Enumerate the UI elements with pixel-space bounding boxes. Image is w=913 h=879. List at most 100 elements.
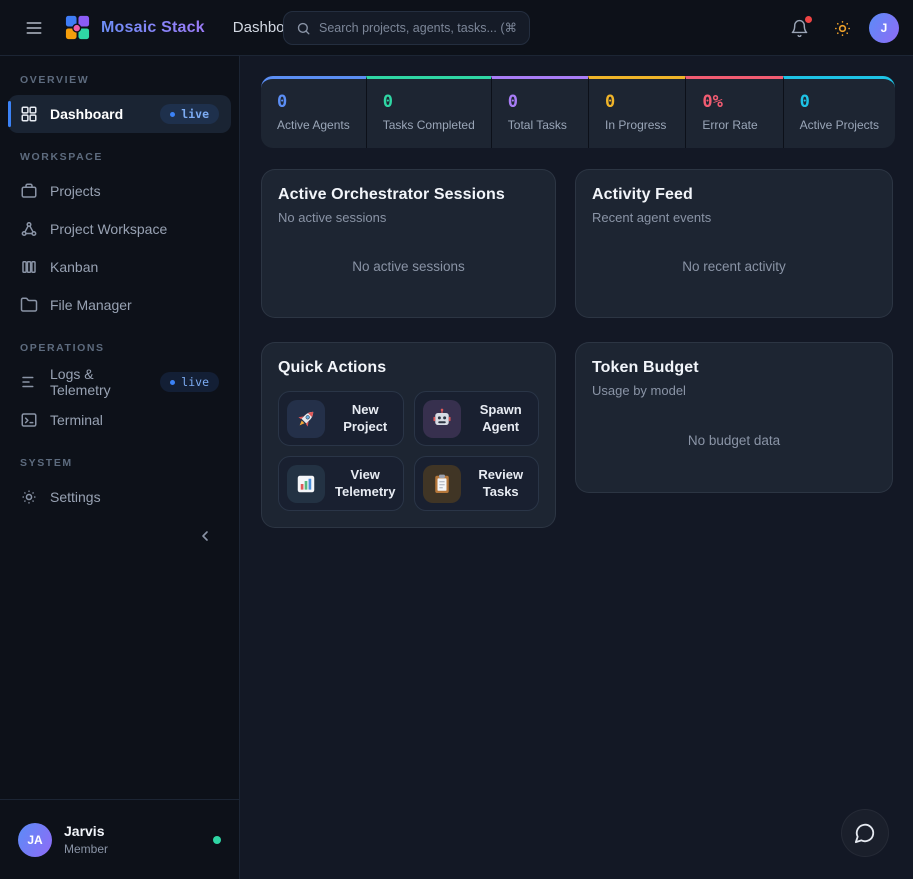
review-tasks-button[interactable]: Review Tasks (414, 456, 539, 511)
sidebar: OVERVIEW Dashboard live WORKSPACE Projec… (0, 56, 240, 879)
folder-icon (20, 296, 38, 314)
chevron-left-icon (197, 528, 213, 544)
quick-action-label: Spawn Agent (471, 402, 530, 435)
quick-actions-card: Quick Actions (261, 342, 556, 528)
quick-action-label: New Project (335, 402, 395, 435)
stat-label: Tasks Completed (383, 118, 475, 132)
sidebar-item-settings[interactable]: Settings (8, 478, 231, 516)
mosaic-logo-icon (64, 14, 91, 41)
briefcase-icon (20, 182, 38, 200)
sidebar-item-project-workspace[interactable]: Project Workspace (8, 210, 231, 248)
stat-tasks-completed: 0 Tasks Completed (366, 76, 491, 148)
network-nodes-icon (20, 220, 38, 238)
search-input[interactable] (319, 21, 517, 35)
grid-icon (20, 105, 38, 123)
stat-label: Error Rate (702, 118, 766, 132)
main-content: 0 Active Agents 0 Tasks Completed 0 Tota… (240, 56, 913, 879)
stat-in-progress: 0 In Progress (588, 76, 685, 148)
activity-feed-card: Activity Feed Recent agent events No rec… (575, 169, 893, 318)
card-subtitle: Usage by model (592, 383, 876, 398)
stat-value: 0 (800, 91, 879, 113)
quick-action-label: View Telemetry (335, 467, 395, 500)
quick-action-label: Review Tasks (471, 467, 530, 500)
activity-empty-state: No recent activity (682, 247, 786, 280)
sun-icon (833, 19, 852, 38)
view-telemetry-button[interactable]: View Telemetry (278, 456, 404, 511)
user-role: Member (64, 842, 108, 856)
sidebar-item-dashboard[interactable]: Dashboard live (8, 95, 231, 133)
theme-toggle-button[interactable] (826, 12, 859, 45)
sidebar-section-workspace: WORKSPACE (20, 151, 219, 163)
stats-row: 0 Active Agents 0 Tasks Completed 0 Tota… (261, 76, 895, 148)
sidebar-item-terminal[interactable]: Terminal (8, 401, 231, 439)
sidebar-item-label: Terminal (50, 412, 103, 428)
hamburger-icon (24, 18, 44, 38)
sidebar-item-label: Kanban (50, 259, 98, 275)
card-title: Active Orchestrator Sessions (278, 186, 539, 204)
clipboard-icon (423, 465, 461, 503)
sidebar-item-logs-telemetry[interactable]: Logs & Telemetry live (8, 363, 231, 401)
notification-alert-dot (805, 16, 812, 23)
gear-icon (20, 488, 38, 506)
sidebar-item-projects[interactable]: Projects (8, 172, 231, 210)
stat-active-agents: 0 Active Agents (261, 76, 366, 148)
chat-bubble-icon (854, 822, 876, 844)
new-project-button[interactable]: New Project (278, 391, 404, 446)
sidebar-item-label: Project Workspace (50, 221, 167, 237)
live-badge-label: live (181, 107, 209, 121)
brand-title: Mosaic Stack (101, 19, 205, 37)
stat-value: 0 (605, 91, 669, 113)
stat-label: Total Tasks (508, 118, 572, 132)
stat-error-rate: 0% Error Rate (685, 76, 782, 148)
card-subtitle: Recent agent events (592, 210, 876, 225)
card-subtitle: No active sessions (278, 210, 539, 225)
card-title: Activity Feed (592, 186, 876, 204)
terminal-icon (20, 411, 38, 429)
chat-assistant-button[interactable] (841, 809, 889, 857)
sidebar-item-label: Settings (50, 489, 101, 505)
stat-active-projects: 0 Active Projects (783, 76, 895, 148)
online-status-dot (213, 836, 221, 844)
live-dot-icon (170, 112, 175, 117)
budget-empty-state: No budget data (688, 421, 780, 454)
stat-label: Active Agents (277, 118, 350, 132)
card-title: Quick Actions (278, 359, 539, 377)
sidebar-item-label: Projects (50, 183, 101, 199)
sidebar-collapse-button[interactable] (193, 524, 217, 548)
sidebar-item-label: Logs & Telemetry (50, 366, 148, 398)
stat-value: 0 (508, 91, 572, 113)
sidebar-item-kanban[interactable]: Kanban (8, 248, 231, 286)
stat-value: 0 (277, 91, 350, 113)
live-dot-icon (170, 380, 175, 385)
cards-grid: Active Orchestrator Sessions No active s… (261, 169, 895, 528)
stat-label: In Progress (605, 118, 669, 132)
stat-total-tasks: 0 Total Tasks (491, 76, 588, 148)
stat-value: 0 (383, 91, 475, 113)
user-footer-avatar: JA (18, 823, 52, 857)
stat-value: 0% (702, 91, 766, 113)
user-avatar[interactable]: J (869, 13, 899, 43)
stat-label: Active Projects (800, 118, 879, 132)
sidebar-item-label: Dashboard (50, 106, 123, 122)
sidebar-user-footer[interactable]: JA Jarvis Member (0, 799, 239, 879)
logs-list-icon (20, 373, 38, 391)
notifications-button[interactable] (783, 12, 816, 45)
menu-toggle-button[interactable] (16, 10, 52, 46)
rocket-icon (287, 400, 325, 438)
header-actions: J (783, 0, 899, 56)
footer-avatar-initials: JA (27, 833, 42, 847)
sidebar-section-overview: OVERVIEW (20, 74, 219, 86)
sidebar-item-file-manager[interactable]: File Manager (8, 286, 231, 324)
avatar-initial: J (881, 21, 888, 35)
search-icon (296, 21, 311, 36)
active-sessions-card: Active Orchestrator Sessions No active s… (261, 169, 556, 318)
token-budget-card: Token Budget Usage by model No budget da… (575, 342, 893, 493)
top-header: Mosaic Stack Dashboard J (0, 0, 913, 56)
user-name: Jarvis (64, 823, 108, 839)
quick-actions-grid: New Project (278, 391, 539, 511)
bar-chart-icon (287, 465, 325, 503)
spawn-agent-button[interactable]: Spawn Agent (414, 391, 539, 446)
global-search[interactable] (283, 11, 530, 45)
robot-icon (423, 400, 461, 438)
live-badge: live (160, 104, 219, 124)
